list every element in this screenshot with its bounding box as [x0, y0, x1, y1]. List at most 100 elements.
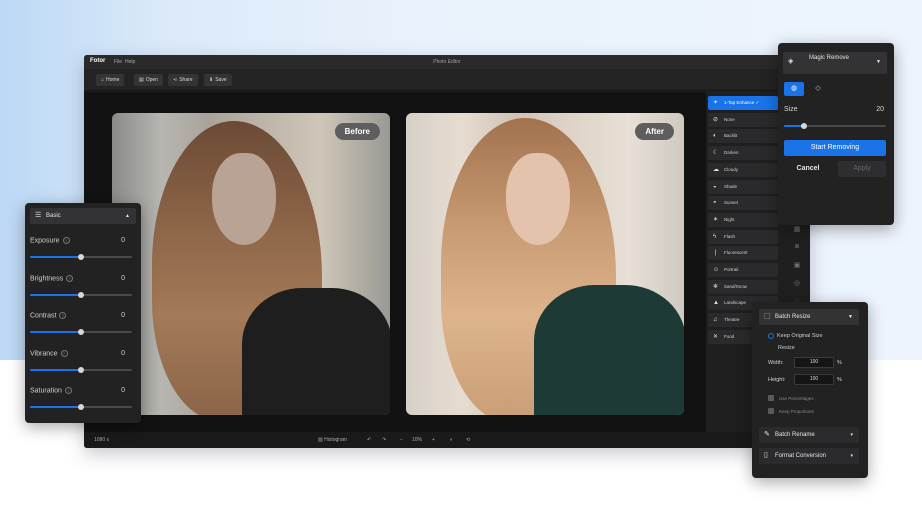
magic-remove-panel: ◈ Magic Remove ▼ ◍ ◇ Size 20 Start Remov… — [778, 43, 894, 225]
folder-icon: ▤ — [139, 77, 144, 83]
effect-label: Shade — [724, 183, 738, 189]
home-icon: ⌂ — [101, 77, 105, 83]
home-button[interactable]: ⌂ Home — [96, 74, 125, 86]
slider-handle[interactable] — [78, 366, 84, 373]
batch-resize-dropdown[interactable]: ⬚ Batch Resize ▼ — [759, 309, 859, 325]
effect-item[interactable]: ◐ Backlit — [708, 129, 778, 144]
format-conversion-dropdown[interactable]: ▯ Format Conversion ▾ — [759, 448, 859, 464]
effect-item[interactable]: ❘ Fluorescent — [708, 246, 778, 261]
adjustment-label: Brightness? — [30, 274, 74, 282]
effect-label: Flash — [724, 233, 736, 239]
help-icon[interactable]: ? — [64, 387, 72, 394]
cancel-button[interactable]: Cancel — [784, 161, 832, 177]
slider-handle[interactable] — [78, 329, 84, 335]
help-icon[interactable]: ? — [62, 237, 70, 244]
effect-item[interactable]: ❄ Sand/Snow — [708, 279, 778, 294]
effect-item[interactable]: ◒ Shade — [708, 179, 778, 194]
keep-original-radio[interactable] — [768, 333, 774, 339]
adjustment-label: Contrast? — [30, 312, 67, 319]
size-slider-handle[interactable] — [801, 123, 808, 129]
slider-handle[interactable] — [78, 254, 84, 260]
help-icon[interactable]: ? — [66, 274, 74, 282]
adjustment-slider[interactable] — [30, 254, 132, 260]
eraser-tool-button[interactable]: ◇ — [808, 82, 828, 96]
help-icon[interactable]: ? — [59, 312, 67, 319]
sliders-icon: ☰ — [35, 212, 42, 219]
effect-item[interactable]: ✶ Night — [708, 212, 778, 227]
keep-original-label: Keep Original Size — [777, 333, 823, 339]
histogram-toggle[interactable]: ▨ Histogram — [318, 437, 347, 443]
zoom-in-icon[interactable]: + — [432, 437, 435, 443]
slider-handle[interactable] — [78, 404, 84, 410]
canvas-area[interactable]: Before After — [84, 92, 706, 432]
layers-icon[interactable]: ▣ — [789, 261, 805, 279]
effect-label: Sand/Snow — [724, 283, 748, 289]
use-percentages-checkbox[interactable] — [768, 395, 774, 401]
reset-icon[interactable]: ⟲ — [466, 437, 470, 443]
chevron-down-icon: ▾ — [850, 432, 853, 438]
zoom-level: 10% — [412, 437, 423, 443]
height-input[interactable]: 100 — [794, 374, 834, 385]
save-button[interactable]: ⬇ Save — [204, 74, 232, 86]
before-label: Before — [334, 123, 380, 140]
open-button[interactable]: ▤ Open — [134, 74, 163, 86]
size-label: Size — [784, 106, 798, 113]
adjustment-slider[interactable] — [30, 404, 132, 410]
document-title: Photo Editor — [433, 59, 461, 65]
basic-dropdown[interactable]: ☰ Basic ▲ — [30, 208, 136, 224]
night-icon: ✶ — [713, 216, 719, 223]
adjustment-label: Vibrance? — [30, 349, 68, 357]
batch-rename-dropdown[interactable]: ✎ Batch Rename ▾ — [759, 427, 859, 443]
slider-handle[interactable] — [78, 291, 84, 298]
effect-item[interactable]: ☁ Cloudy — [708, 162, 778, 177]
snow-icon: ❄ — [713, 283, 719, 290]
start-removing-button[interactable]: Start Removing — [784, 140, 886, 156]
image-size: 1080 x — [94, 437, 110, 443]
brush-icon: ◍ — [790, 85, 798, 92]
resize-label: Resize — [778, 345, 795, 351]
crop-icon[interactable]: ⧈ — [789, 243, 805, 261]
share-button[interactable]: ⋖ Share — [168, 74, 198, 86]
toolbar: ⌂ Home ▤ Open ⋖ Share ⬇ Save — [84, 69, 810, 91]
help-icon[interactable]: ? — [60, 349, 68, 357]
brush-tool-button[interactable]: ◍ — [784, 82, 804, 96]
none-icon: ⊘ — [713, 116, 719, 123]
grid-icon[interactable]: ▦ — [789, 225, 805, 243]
moon-icon: ☾ — [713, 150, 719, 157]
adjustment-slider[interactable] — [30, 329, 132, 335]
shade-icon: ◒ — [713, 183, 717, 190]
effect-item[interactable]: ☾ Darken — [708, 146, 778, 161]
use-percentages-label: Use Percentages — [779, 396, 814, 401]
zoom-out-icon[interactable]: − — [400, 437, 403, 443]
effect-item[interactable]: ⊘ None — [708, 112, 778, 127]
theatre-icon: ♫ — [713, 317, 718, 324]
effect-label: Landscape — [724, 300, 747, 306]
status-bar: 1080 x ▨ Histogram ↶ ↷ − 10% + ◐ ⟲ — [84, 432, 810, 448]
eraser-icon: ◈ — [788, 58, 794, 65]
magic-remove-dropdown[interactable]: ◈ Magic Remove ▼ — [783, 52, 887, 74]
keep-proportions-checkbox[interactable] — [768, 408, 774, 414]
apply-button[interactable]: Apply — [838, 161, 886, 177]
adjustment-slider[interactable] — [30, 366, 132, 373]
file-icon: ▯ — [764, 452, 768, 459]
basic-panel: ☰ Basic ▲ Exposure? 0 Brightness? 0 Contrast… — [25, 203, 141, 423]
adjustment-value: 0 — [121, 349, 125, 357]
redo-icon[interactable]: ↷ — [382, 437, 386, 443]
height-label: Height: — [768, 377, 786, 383]
effect-item[interactable]: ϟ Flash — [708, 229, 778, 244]
adjustment-label: Saturation? — [30, 387, 72, 394]
effect-label: Cloudy — [724, 166, 739, 172]
settings-icon[interactable]: ◎ — [789, 279, 805, 297]
compare-icon[interactable]: ◐ — [450, 437, 453, 443]
width-input[interactable]: 100 — [794, 357, 834, 368]
adjustment-slider[interactable] — [30, 291, 132, 298]
undo-icon[interactable]: ↶ — [367, 437, 371, 443]
effect-item[interactable]: ◓ Sunset — [708, 196, 778, 211]
size-slider[interactable] — [784, 123, 886, 129]
effect-item[interactable]: ☺ Portrait — [708, 263, 778, 277]
resize-icon: ⬚ — [764, 313, 771, 320]
flash-icon: ϟ — [713, 233, 717, 240]
effect-item[interactable]: ✦ 1-Tap Enhance ✓ — [708, 96, 778, 110]
width-label: Width: — [768, 360, 784, 366]
effect-label: None — [724, 116, 735, 122]
